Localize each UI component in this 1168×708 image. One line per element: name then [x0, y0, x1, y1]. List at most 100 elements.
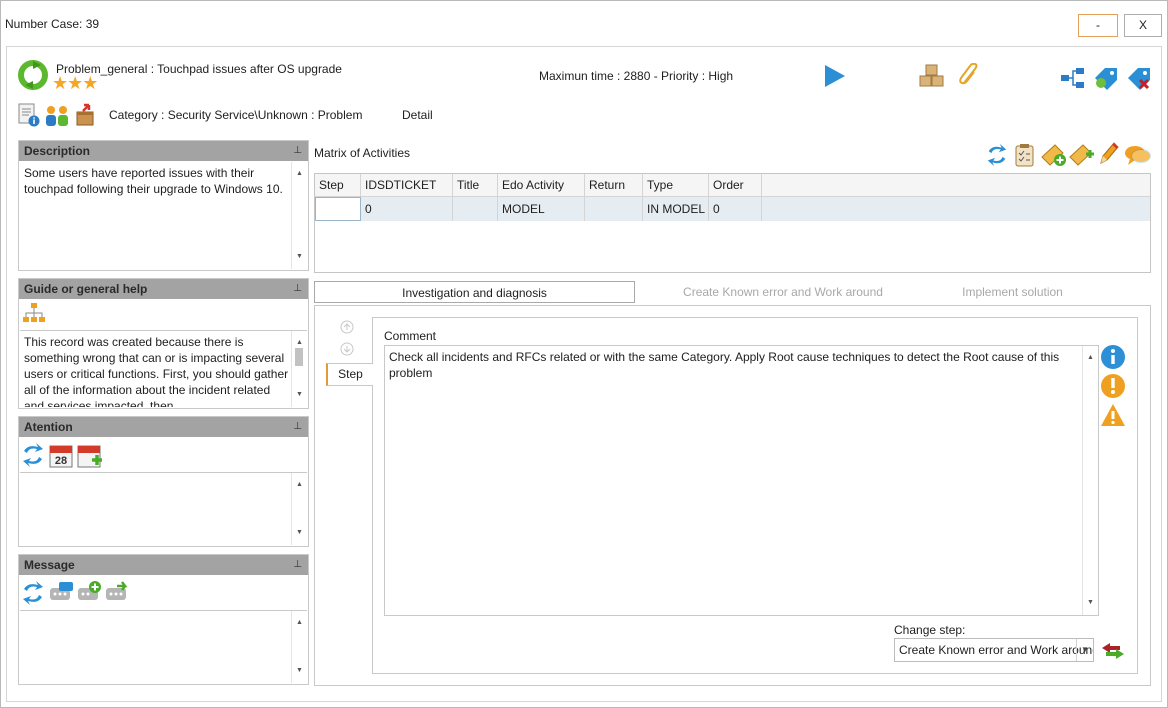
cell-return[interactable] — [585, 197, 643, 221]
scroll-up-icon[interactable]: ▲ — [1083, 350, 1098, 366]
package-arrow-icon[interactable] — [73, 103, 99, 127]
message-scrollbar[interactable]: ▲ ▼ — [291, 611, 307, 683]
info-icon[interactable] — [1100, 344, 1126, 370]
tab-implement-solution[interactable]: Implement solution — [930, 281, 1095, 303]
scroll-up-icon[interactable]: ▲ — [292, 477, 307, 493]
scroll-down-icon[interactable]: ▼ — [1083, 595, 1098, 611]
forward-message-icon[interactable] — [105, 580, 131, 606]
column-header-title[interactable]: Title — [453, 174, 498, 197]
column-header-idsdticket[interactable]: IDSDTICKET — [361, 174, 453, 197]
cell-filler — [762, 197, 1150, 221]
matrix-title: Matrix of Activities — [314, 146, 411, 160]
message-header: Message ⊥ — [19, 555, 308, 575]
case-title: Problem_general : Touchpad issues after … — [56, 62, 342, 76]
users-group-icon[interactable] — [44, 103, 70, 127]
sync-icon[interactable] — [22, 580, 44, 606]
document-info-icon[interactable] — [17, 103, 41, 127]
move-down-icon[interactable] — [340, 342, 354, 356]
pin-icon[interactable]: ⊥ — [293, 555, 302, 575]
exclamation-icon[interactable] — [1100, 373, 1126, 399]
cell-type[interactable]: IN MODEL — [643, 197, 709, 221]
atention-scrollbar[interactable]: ▲ ▼ — [291, 473, 307, 545]
activities-table: Step IDSDTICKET Title Edo Activity Retur… — [314, 173, 1151, 273]
close-button[interactable]: X — [1124, 14, 1162, 37]
comment-textbox[interactable]: Check all incidents and RFCs related or … — [384, 345, 1099, 616]
description-panel: Description ⊥ Some users have reported i… — [18, 140, 309, 271]
paperclip-icon[interactable] — [958, 62, 982, 89]
change-step-label: Change step: — [894, 623, 966, 637]
tab-create-known-error[interactable]: Create Known error and Work around — [640, 281, 926, 303]
pin-icon[interactable]: ⊥ — [293, 141, 302, 161]
atention-textbox[interactable]: ▲ ▼ — [20, 472, 307, 545]
swap-arrows-icon[interactable] — [1100, 641, 1126, 661]
priority-stars: ★★★ — [52, 73, 98, 93]
change-step-value: Create Known error and Work around — [899, 643, 1094, 657]
message-title: Message — [24, 558, 75, 572]
hierarchy-icon[interactable] — [1060, 66, 1086, 90]
atention-title: Atention — [24, 420, 73, 434]
description-scrollbar[interactable]: ▲ ▼ — [291, 162, 307, 269]
boxes-icon[interactable] — [919, 64, 945, 88]
cell-step[interactable] — [315, 197, 361, 221]
cell-order[interactable]: 0 — [709, 197, 762, 221]
change-step-select[interactable]: Create Known error and Work around ▼ — [894, 638, 1094, 662]
scroll-up-icon[interactable]: ▲ — [292, 166, 307, 182]
assign-tag-icon[interactable] — [1093, 66, 1119, 90]
description-text: Some users have reported issues with the… — [24, 166, 283, 196]
play-icon[interactable] — [822, 64, 846, 88]
column-header-order[interactable]: Order — [709, 174, 762, 197]
description-textbox[interactable]: Some users have reported issues with the… — [20, 162, 307, 269]
minimize-button[interactable]: - — [1078, 14, 1118, 37]
warning-icon[interactable] — [1100, 403, 1126, 427]
guide-title: Guide or general help — [24, 282, 148, 296]
comments-icon[interactable] — [1124, 143, 1152, 167]
remove-tag-icon[interactable] — [1126, 66, 1152, 90]
column-header-return[interactable]: Return — [585, 174, 643, 197]
message-icon[interactable] — [49, 580, 75, 606]
window-title: Number Case: 39 — [5, 17, 100, 31]
max-time-priority: Maximun time : 2880 - Priority : High — [539, 69, 734, 83]
pin-icon[interactable]: ⊥ — [293, 417, 302, 437]
detail-link[interactable]: Detail — [402, 108, 433, 122]
guide-scrollbar[interactable]: ▲ ▼ — [291, 331, 307, 407]
scroll-down-icon[interactable]: ▼ — [292, 249, 307, 265]
clipboard-icon[interactable] — [1014, 143, 1036, 167]
add-star-ticket-icon[interactable] — [1069, 143, 1095, 167]
chevron-down-icon[interactable]: ▼ — [1076, 639, 1093, 661]
guide-textbox[interactable]: This record was created because there is… — [20, 330, 307, 407]
pin-icon[interactable]: ⊥ — [293, 279, 302, 299]
refresh-icon[interactable] — [986, 143, 1008, 167]
guide-text: This record was created because there is… — [24, 335, 289, 407]
scroll-down-icon[interactable]: ▼ — [292, 387, 307, 403]
calendar-icon[interactable]: 28 — [49, 442, 73, 468]
column-header-type[interactable]: Type — [643, 174, 709, 197]
column-header-filler — [762, 174, 1150, 197]
comment-label: Comment — [384, 329, 437, 343]
sync-icon[interactable] — [22, 442, 44, 468]
add-ticket-icon[interactable] — [1041, 143, 1067, 167]
atention-panel: Atention ⊥ 28 ▲ ▼ — [18, 416, 309, 547]
add-message-icon[interactable] — [77, 580, 103, 606]
column-header-edo-activity[interactable]: Edo Activity — [498, 174, 585, 197]
org-chart-icon[interactable] — [21, 302, 47, 324]
description-title: Description — [24, 144, 91, 158]
add-calendar-icon[interactable] — [77, 442, 103, 468]
step-tab[interactable]: Step — [326, 363, 373, 386]
comment-scrollbar[interactable]: ▲ ▼ — [1082, 346, 1098, 615]
pencil-icon[interactable] — [1097, 141, 1119, 167]
scroll-down-icon[interactable]: ▼ — [292, 525, 307, 541]
description-header: Description ⊥ — [19, 141, 308, 161]
cell-idsdticket[interactable]: 0 — [361, 197, 453, 221]
scroll-thumb[interactable] — [295, 348, 303, 366]
scroll-up-icon[interactable]: ▲ — [292, 615, 307, 631]
scroll-down-icon[interactable]: ▼ — [292, 663, 307, 679]
message-textbox[interactable]: ▲ ▼ — [20, 610, 307, 683]
cell-edo-activity[interactable]: MODEL — [498, 197, 585, 221]
cell-title[interactable] — [453, 197, 498, 221]
atention-header: Atention ⊥ — [19, 417, 308, 437]
comment-text: Check all incidents and RFCs related or … — [389, 350, 1060, 380]
move-up-icon[interactable] — [340, 320, 354, 334]
column-header-step[interactable]: Step — [315, 174, 361, 197]
tab-investigation-and-diagnosis[interactable]: Investigation and diagnosis — [314, 281, 635, 303]
refresh-status-icon[interactable] — [17, 59, 49, 91]
